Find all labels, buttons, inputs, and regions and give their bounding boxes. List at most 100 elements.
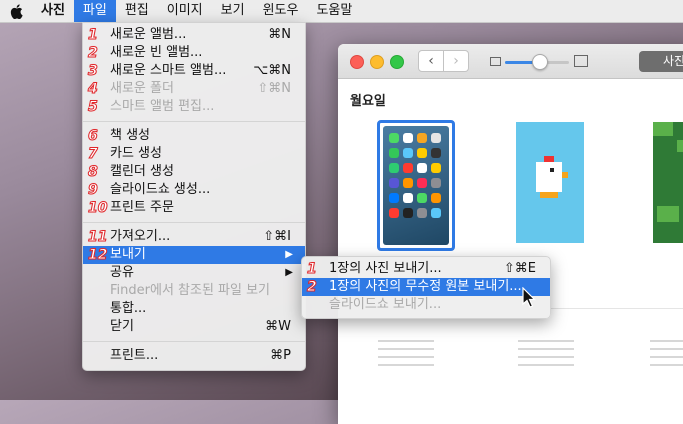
step-number: 7 xyxy=(88,146,99,163)
menu-item-share[interactable]: 공유 ▶ xyxy=(83,264,305,282)
step-number: 1 xyxy=(307,261,318,278)
shortcut-label: ⇧⌘E xyxy=(503,261,536,276)
menu-separator xyxy=(83,222,305,223)
menu-window[interactable]: 윈도우 xyxy=(254,0,308,22)
photos-button[interactable]: 사진 xyxy=(639,51,683,72)
menu-item-label: 카드 생성 xyxy=(110,146,162,161)
minimize-window-button[interactable] xyxy=(370,55,384,69)
step-number: 5 xyxy=(88,99,99,116)
shortcut-label: ⇧⌘I xyxy=(263,229,291,244)
menu-item-label: 슬라이드쇼 보내기... xyxy=(329,297,442,312)
step-number: 3 xyxy=(88,63,99,80)
chicken-eye xyxy=(550,168,554,172)
step-number: 9 xyxy=(88,182,99,199)
menu-item-print[interactable]: 프린트... ⌘P xyxy=(83,347,305,365)
menu-item-export-slideshow: 슬라이드쇼 보내기... xyxy=(302,296,550,314)
photo-thumbnail-doc[interactable] xyxy=(378,334,434,394)
step-number: 12 xyxy=(87,247,108,264)
menu-bar: 사진 파일 편집 이미지 보기 윈도우 도움말 xyxy=(0,0,683,23)
menu-item-import[interactable]: 11 가져오기... ⇧⌘I xyxy=(83,228,305,246)
shortcut-label: ⌘W xyxy=(265,319,291,334)
triangle-right-icon: ▶ xyxy=(285,267,293,278)
menu-item-new-folder: 4 새로운 폴더 ⇧⌘N xyxy=(83,80,305,98)
menu-item-show-in-finder: Finder에서 참조된 파일 보기 xyxy=(83,282,305,300)
zoom-window-button[interactable] xyxy=(390,55,404,69)
apple-logo-icon[interactable] xyxy=(0,0,32,22)
homescreen-screenshot xyxy=(383,126,449,245)
menu-view[interactable]: 보기 xyxy=(212,0,254,22)
shortcut-label: ⌘N xyxy=(268,27,291,42)
menu-item-label: 1장의 사진 보내기... xyxy=(329,261,442,276)
menu-item-create-slideshow[interactable]: 9 슬라이드쇼 생성... xyxy=(83,181,305,199)
step-number: 4 xyxy=(88,81,99,98)
menu-item-export[interactable]: 12 보내기 ▶ xyxy=(83,246,305,264)
menu-item-new-empty-album[interactable]: 2 새로운 빈 앨범... xyxy=(83,44,305,62)
chevron-left-icon[interactable]: ‹ xyxy=(418,50,444,72)
close-window-button[interactable] xyxy=(350,55,364,69)
menu-item-new-smart-album[interactable]: 3 새로운 스마트 앨범... ⌥⌘N xyxy=(83,62,305,80)
mouse-pointer-icon xyxy=(522,287,536,308)
small-thumbnail-icon xyxy=(490,57,501,66)
menu-item-label: 책 생성 xyxy=(110,128,151,143)
menu-photos[interactable]: 사진 xyxy=(32,0,74,22)
menu-item-consolidate[interactable]: 통합... xyxy=(83,300,305,318)
menu-file[interactable]: 파일 xyxy=(73,0,116,22)
menu-item-label: 새로운 앨범... xyxy=(110,27,187,42)
menu-help[interactable]: 도움말 xyxy=(307,0,361,22)
export-submenu: 1 1장의 사진 보내기... ⇧⌘E 2 1장의 사진의 무수정 원본 보내기...… xyxy=(301,256,551,319)
photo-thumbnail-doc[interactable] xyxy=(650,334,683,394)
navigation-buttons: ‹ › xyxy=(418,50,469,72)
menu-item-new-album[interactable]: 1 새로운 앨범... ⌘N xyxy=(83,26,305,44)
menu-item-edit-smart-album: 5 스마트 앨범 편집... xyxy=(83,98,305,116)
step-number: 2 xyxy=(307,279,318,296)
menu-item-export-unmodified-original[interactable]: 2 1장의 사진의 무수정 원본 보내기... xyxy=(302,278,550,296)
menu-separator xyxy=(83,121,305,122)
file-menu: 1 새로운 앨범... ⌘N 2 새로운 빈 앨범... 3 새로운 스마트 앨범...… xyxy=(82,22,306,371)
photo-thumbnail-selected[interactable] xyxy=(377,120,455,251)
menu-item-create-book[interactable]: 6 책 생성 xyxy=(83,127,305,145)
zoom-slider-knob[interactable] xyxy=(532,54,548,70)
menu-item-export-photo[interactable]: 1 1장의 사진 보내기... ⇧⌘E xyxy=(302,260,550,278)
step-number: 10 xyxy=(87,200,108,217)
photos-window: ‹ › 사진 월요일 xyxy=(338,44,683,424)
menu-separator xyxy=(83,341,305,342)
menu-item-order-prints[interactable]: 10 프린트 주문 xyxy=(83,199,305,217)
menu-item-label: 슬라이드쇼 생성... xyxy=(110,182,211,197)
menu-item-create-card[interactable]: 7 카드 생성 xyxy=(83,145,305,163)
menu-item-label: 새로운 스마트 앨범... xyxy=(110,63,227,78)
menu-item-label: 가져오기... xyxy=(110,229,171,244)
chicken-beak xyxy=(562,172,568,178)
menu-item-label: 프린트... xyxy=(110,348,159,363)
step-number: 6 xyxy=(88,128,99,145)
menu-item-label: 보내기 xyxy=(110,247,146,262)
menu-item-label: 통합... xyxy=(110,301,147,316)
window-toolbar: ‹ › 사진 xyxy=(338,44,683,79)
menu-item-label: 캘린더 생성 xyxy=(110,164,174,179)
chevron-right-icon[interactable]: › xyxy=(444,50,469,72)
game-block xyxy=(657,206,679,222)
section-title: 월요일 xyxy=(350,94,386,109)
menu-item-close[interactable]: 닫기 ⌘W xyxy=(83,318,305,336)
menu-item-label: Finder에서 참조된 파일 보기 xyxy=(110,283,271,298)
photo-thumbnail-doc[interactable] xyxy=(518,334,574,394)
photo-thumbnail-game[interactable] xyxy=(653,122,683,243)
menu-item-create-calendar[interactable]: 8 캘린더 생성 xyxy=(83,163,305,181)
menu-item-label: 1장의 사진의 무수정 원본 보내기... xyxy=(329,279,522,294)
menu-image[interactable]: 이미지 xyxy=(158,0,212,22)
large-thumbnail-icon xyxy=(574,55,588,67)
shortcut-label: ⌥⌘N xyxy=(253,63,291,78)
chicken-feet xyxy=(540,192,558,198)
chicken-body xyxy=(536,162,562,192)
shortcut-label: ⌘P xyxy=(270,348,291,363)
step-number: 11 xyxy=(87,229,108,246)
step-number: 8 xyxy=(88,164,99,181)
menu-item-label: 새로운 폴더 xyxy=(110,81,174,96)
shortcut-label: ⇧⌘N xyxy=(257,81,291,96)
menu-item-label: 닫기 xyxy=(110,319,134,334)
step-number: 1 xyxy=(88,27,99,44)
photo-thumbnail-chicken[interactable] xyxy=(516,122,584,243)
app-icon-grid xyxy=(389,133,445,218)
menu-item-label: 공유 xyxy=(110,265,134,280)
menu-edit[interactable]: 편집 xyxy=(116,0,158,22)
menu-item-label: 프린트 주문 xyxy=(110,200,174,215)
